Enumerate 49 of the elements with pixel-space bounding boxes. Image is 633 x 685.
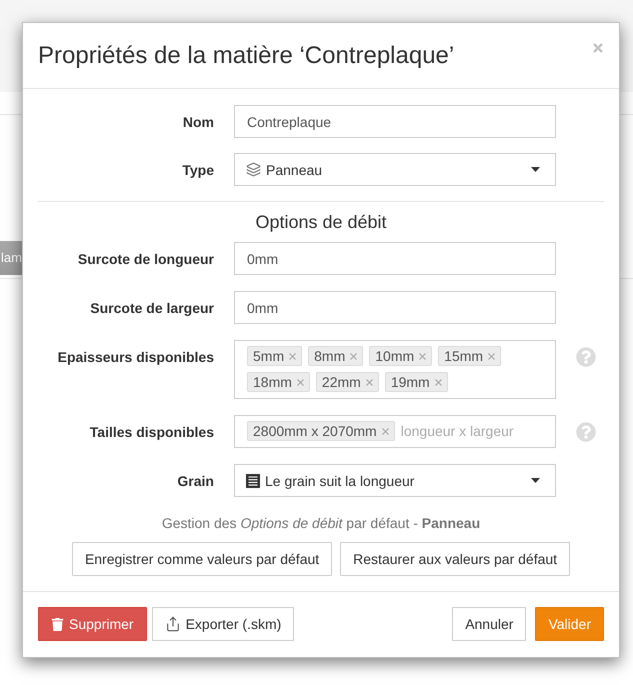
tag-input[interactable]: longueur x largeur [400,421,543,441]
cancel-button[interactable]: Annuler [452,607,526,641]
type-select[interactable]: Panneau [234,153,556,186]
tag-label: 10mm [375,347,414,365]
remove-icon[interactable] [366,378,373,386]
field-label: Surcote de longueur [78,250,214,269]
field-label: Nom [182,113,214,132]
tags-field[interactable]: 2800mm x 2070mm longueur x largeur [234,415,556,448]
delete-button[interactable]: Supprimer [38,607,147,641]
defaults-button[interactable]: Enregistrer comme valeurs par défaut [72,542,332,576]
export-icon [164,616,181,632]
input-field[interactable]: 0mm [234,242,556,275]
tag-label: 2800mm x 2070mm [253,422,377,440]
tag-label: 22mm [322,373,361,391]
caret-icon [531,167,540,172]
trash-icon [51,618,64,630]
export-button[interactable]: Exporter (.skm) [152,607,294,641]
tags-field[interactable]: 5mm 8mm 10mm 15mm 18mm 22mm 19mm [234,340,556,399]
tag-label: 5mm [253,347,284,365]
close-icon [593,43,603,53]
field-label: Epaisseurs disponibles [58,348,214,367]
remove-icon[interactable] [296,378,304,386]
grain-select[interactable]: Le grain suit la longueur [234,464,556,497]
field-label: Grain [177,472,214,491]
tag-label: 19mm [390,373,430,391]
field-label: Tailles disponibles [90,423,214,442]
help-icon[interactable] [576,422,596,442]
field-label: Surcote de largeur [90,299,214,318]
remove-icon[interactable] [419,352,426,360]
section-title: Options de débit [254,212,388,232]
list-icon [246,474,260,488]
defaults-note: Gestion des Options de débit par défaut - Panneau [160,514,482,533]
caret-icon [531,478,540,483]
tag-label: 8mm [314,347,346,365]
remove-icon[interactable] [382,428,389,434]
input-field[interactable]: 0mm [234,291,556,324]
help-icon[interactable] [576,347,596,367]
remove-icon[interactable] [434,378,442,386]
dialog-title: Propriétés de la matière ‘Contreplaque’ [38,41,454,71]
close-button[interactable] [593,43,603,53]
field-label: Type [182,161,214,180]
remove-icon[interactable] [488,352,496,360]
defaults-button[interactable]: Restaurer aux valeurs par défaut [340,542,570,576]
remove-icon[interactable] [350,352,358,360]
layers-icon [246,162,261,177]
tag-label: 18mm [253,373,292,391]
tag-label: 15mm [444,347,484,365]
remove-icon[interactable] [289,352,296,360]
name-field[interactable]: Contreplaque [234,105,556,138]
